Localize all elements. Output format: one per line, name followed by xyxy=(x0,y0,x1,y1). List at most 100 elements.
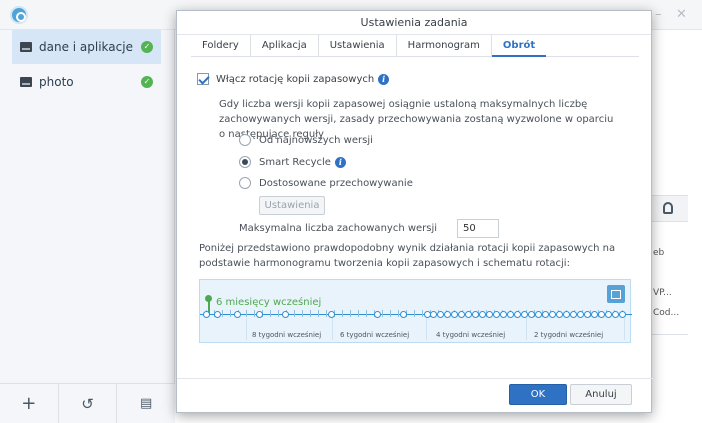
timeline-tick xyxy=(254,310,255,317)
max-versions-input[interactable]: 50 xyxy=(457,219,500,238)
restore-button[interactable]: ↺ xyxy=(59,384,118,423)
lock-icon[interactable] xyxy=(663,202,673,214)
log-button[interactable]: ▤ xyxy=(117,384,175,423)
backup-version-dot xyxy=(612,311,619,318)
radio-newest[interactable] xyxy=(239,134,251,146)
option-custom[interactable]: Dostosowane przechowywanie xyxy=(239,177,413,189)
timeline-separator xyxy=(246,318,247,340)
app-logo-icon xyxy=(10,6,28,24)
backup-version-dot xyxy=(437,311,444,318)
backup-version-dot xyxy=(203,311,210,318)
timeline-separator xyxy=(526,318,527,340)
check-circle-icon: ✓ xyxy=(141,41,153,53)
tab-ustawienia[interactable]: Ustawienia xyxy=(319,35,397,57)
tab-foldery[interactable]: Foldery xyxy=(191,35,251,57)
timeline-tick xyxy=(342,310,343,317)
dialog-tabs: Foldery Aplikacja Ustawienia Harmonogram… xyxy=(191,35,639,57)
task-item-dane-i-aplikacje[interactable]: dane i aplikacje ✓ xyxy=(12,30,161,64)
timeline-tick xyxy=(230,310,231,317)
now-marker xyxy=(205,295,212,302)
dialog-title: Ustawienia zadania xyxy=(177,11,651,35)
option-smart-recycle[interactable]: Smart Recycle i xyxy=(239,156,346,168)
timeline-tick xyxy=(302,310,303,317)
timeline-tick xyxy=(390,310,391,317)
week-label: 6 tygodni wcześniej xyxy=(340,331,410,339)
backup-version-dot xyxy=(458,311,465,318)
calendar-icon[interactable] xyxy=(607,285,625,303)
radio-custom[interactable] xyxy=(239,177,251,189)
plus-icon: + xyxy=(21,393,37,414)
timeline-tick xyxy=(414,310,415,317)
enable-rotation-checkbox[interactable] xyxy=(197,73,209,85)
ok-button[interactable]: OK xyxy=(509,384,567,405)
week-label: 4 tygodni wcześniej xyxy=(436,331,506,339)
backup-version-dot xyxy=(549,311,556,318)
backup-version-dot xyxy=(444,311,451,318)
task-settings-dialog: Ustawienia zadania Foldery Aplikacja Ust… xyxy=(176,10,653,413)
task-sidebar: dane i aplikacje ✓ photo ✓ + ↺ ▤ xyxy=(0,30,175,423)
backup-version-dot xyxy=(542,311,549,318)
timeline-separator xyxy=(332,318,333,340)
backup-version-dot xyxy=(577,311,584,318)
rotation-timeline: 6 miesięcy wcześniej 8 tygodni wcześniej… xyxy=(199,279,632,343)
timeline-tick xyxy=(382,310,383,317)
enable-rotation-row: Włącz rotację kopii zapasowych i xyxy=(197,73,390,85)
close-icon[interactable]: ✕ xyxy=(676,8,687,21)
option-label: Od najnowszych wersji xyxy=(259,134,373,146)
week-label: 2 tygodni wcześniej xyxy=(534,331,604,339)
backup-version-dot xyxy=(451,311,458,318)
timeline-start-label: 6 miesięcy wcześniej xyxy=(216,297,322,308)
backup-version-dot xyxy=(514,311,521,318)
backup-version-dot xyxy=(535,311,542,318)
backup-version-dot xyxy=(374,311,381,318)
task-item-photo[interactable]: photo ✓ xyxy=(12,65,161,99)
backup-version-dot xyxy=(619,311,626,318)
timeline-separator xyxy=(624,318,625,340)
add-task-button[interactable]: + xyxy=(0,384,59,423)
info-icon[interactable]: i xyxy=(334,156,346,168)
timeline-tick xyxy=(278,310,279,317)
backup-version-dot xyxy=(584,311,591,318)
info-icon[interactable]: i xyxy=(378,73,390,85)
tab-aplikacja[interactable]: Aplikacja xyxy=(251,35,319,57)
history-icon: ↺ xyxy=(81,394,94,413)
backup-version-dot xyxy=(528,311,535,318)
backup-version-dot xyxy=(570,311,577,318)
disk-icon xyxy=(20,77,32,87)
backup-version-dot xyxy=(591,311,598,318)
backup-version-dot xyxy=(479,311,486,318)
task-label: dane i aplikacje xyxy=(39,40,133,54)
backup-version-dot xyxy=(493,311,500,318)
task-detail-panel: eb VP... Cod... xyxy=(648,195,688,335)
backup-version-dot xyxy=(605,311,612,318)
timeline-tick xyxy=(318,310,319,317)
tab-harmonogram[interactable]: Harmonogram xyxy=(397,35,492,57)
custom-settings-button[interactable]: Ustawienia xyxy=(259,196,325,215)
option-newest[interactable]: Od najnowszych wersji xyxy=(239,134,373,146)
document-icon: ▤ xyxy=(140,396,153,411)
dialog-footer: OK Anuluj xyxy=(177,378,653,412)
timeline-tick xyxy=(310,310,311,317)
timeline-tick xyxy=(326,310,327,317)
timeline-tick xyxy=(270,310,271,317)
backup-version-dot xyxy=(282,311,289,318)
cancel-button[interactable]: Anuluj xyxy=(570,384,632,405)
tab-obrot[interactable]: Obrót xyxy=(491,35,547,57)
backup-version-dot xyxy=(486,311,493,318)
timeline-tick xyxy=(366,310,367,317)
backup-version-dot xyxy=(214,311,221,318)
backup-version-dot xyxy=(507,311,514,318)
preview-description: Poniżej przedstawiono prawdopodobny wyni… xyxy=(199,243,616,269)
sidebar-toolbar: + ↺ ▤ xyxy=(0,383,175,423)
backup-version-dot xyxy=(430,311,437,318)
backup-version-dot xyxy=(521,311,528,318)
timeline-tick xyxy=(222,310,223,317)
detail-text: VP... xyxy=(653,288,672,298)
detail-text: Cod... xyxy=(653,308,680,318)
week-label: 8 tygodni wcześniej xyxy=(252,331,322,339)
radio-smart-recycle[interactable] xyxy=(239,156,251,168)
minimize-icon[interactable]: – xyxy=(655,8,662,21)
timeline-tick xyxy=(358,310,359,317)
timeline-separator xyxy=(426,318,427,340)
disk-icon xyxy=(20,42,32,52)
